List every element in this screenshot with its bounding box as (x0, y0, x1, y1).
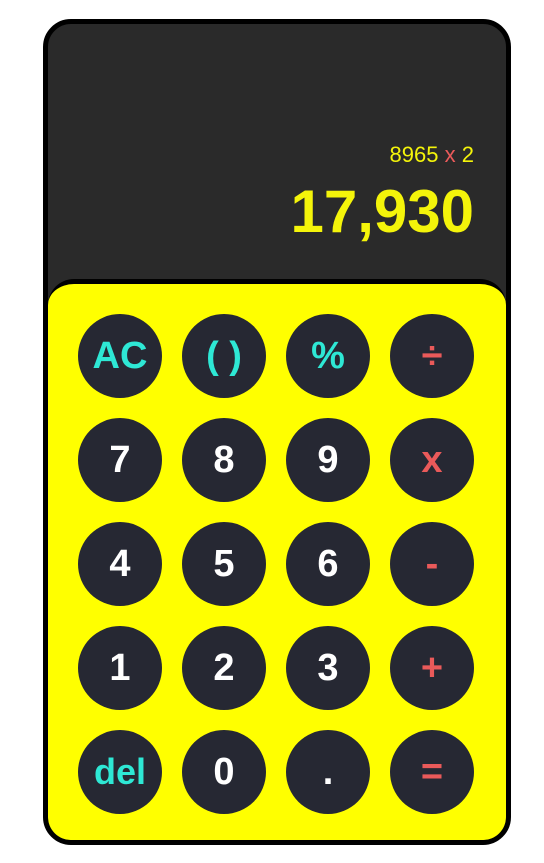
divide-button[interactable]: ÷ (390, 314, 474, 398)
display-panel: 8965 x 2 17,930 (48, 24, 506, 286)
plus-button[interactable]: + (390, 626, 474, 710)
percent-button[interactable]: % (286, 314, 370, 398)
clear-all-button[interactable]: AC (78, 314, 162, 398)
digit-7-button[interactable]: 7 (78, 418, 162, 502)
digit-8-button[interactable]: 8 (182, 418, 266, 502)
expression-left-operand: 8965 (389, 142, 439, 167)
decimal-button[interactable]: . (286, 730, 370, 814)
expression-right-operand: 2 (461, 142, 474, 167)
digit-3-button[interactable]: 3 (286, 626, 370, 710)
equals-button[interactable]: = (390, 730, 474, 814)
keypad: AC ( ) % ÷ 7 8 9 x 4 5 6 - 1 2 3 + del 0… (48, 279, 506, 840)
digit-2-button[interactable]: 2 (182, 626, 266, 710)
expression-display: 8965 x 2 (390, 142, 474, 168)
parentheses-button[interactable]: ( ) (182, 314, 266, 398)
digit-1-button[interactable]: 1 (78, 626, 162, 710)
delete-button[interactable]: del (78, 730, 162, 814)
multiply-button[interactable]: x (390, 418, 474, 502)
digit-6-button[interactable]: 6 (286, 522, 370, 606)
result-display: 17,930 (290, 178, 474, 245)
calculator: 8965 x 2 17,930 AC ( ) % ÷ 7 8 9 x 4 5 6… (43, 19, 511, 845)
minus-button[interactable]: - (390, 522, 474, 606)
digit-0-button[interactable]: 0 (182, 730, 266, 814)
digit-9-button[interactable]: 9 (286, 418, 370, 502)
expression-operator: x (444, 142, 456, 167)
digit-4-button[interactable]: 4 (78, 522, 162, 606)
digit-5-button[interactable]: 5 (182, 522, 266, 606)
